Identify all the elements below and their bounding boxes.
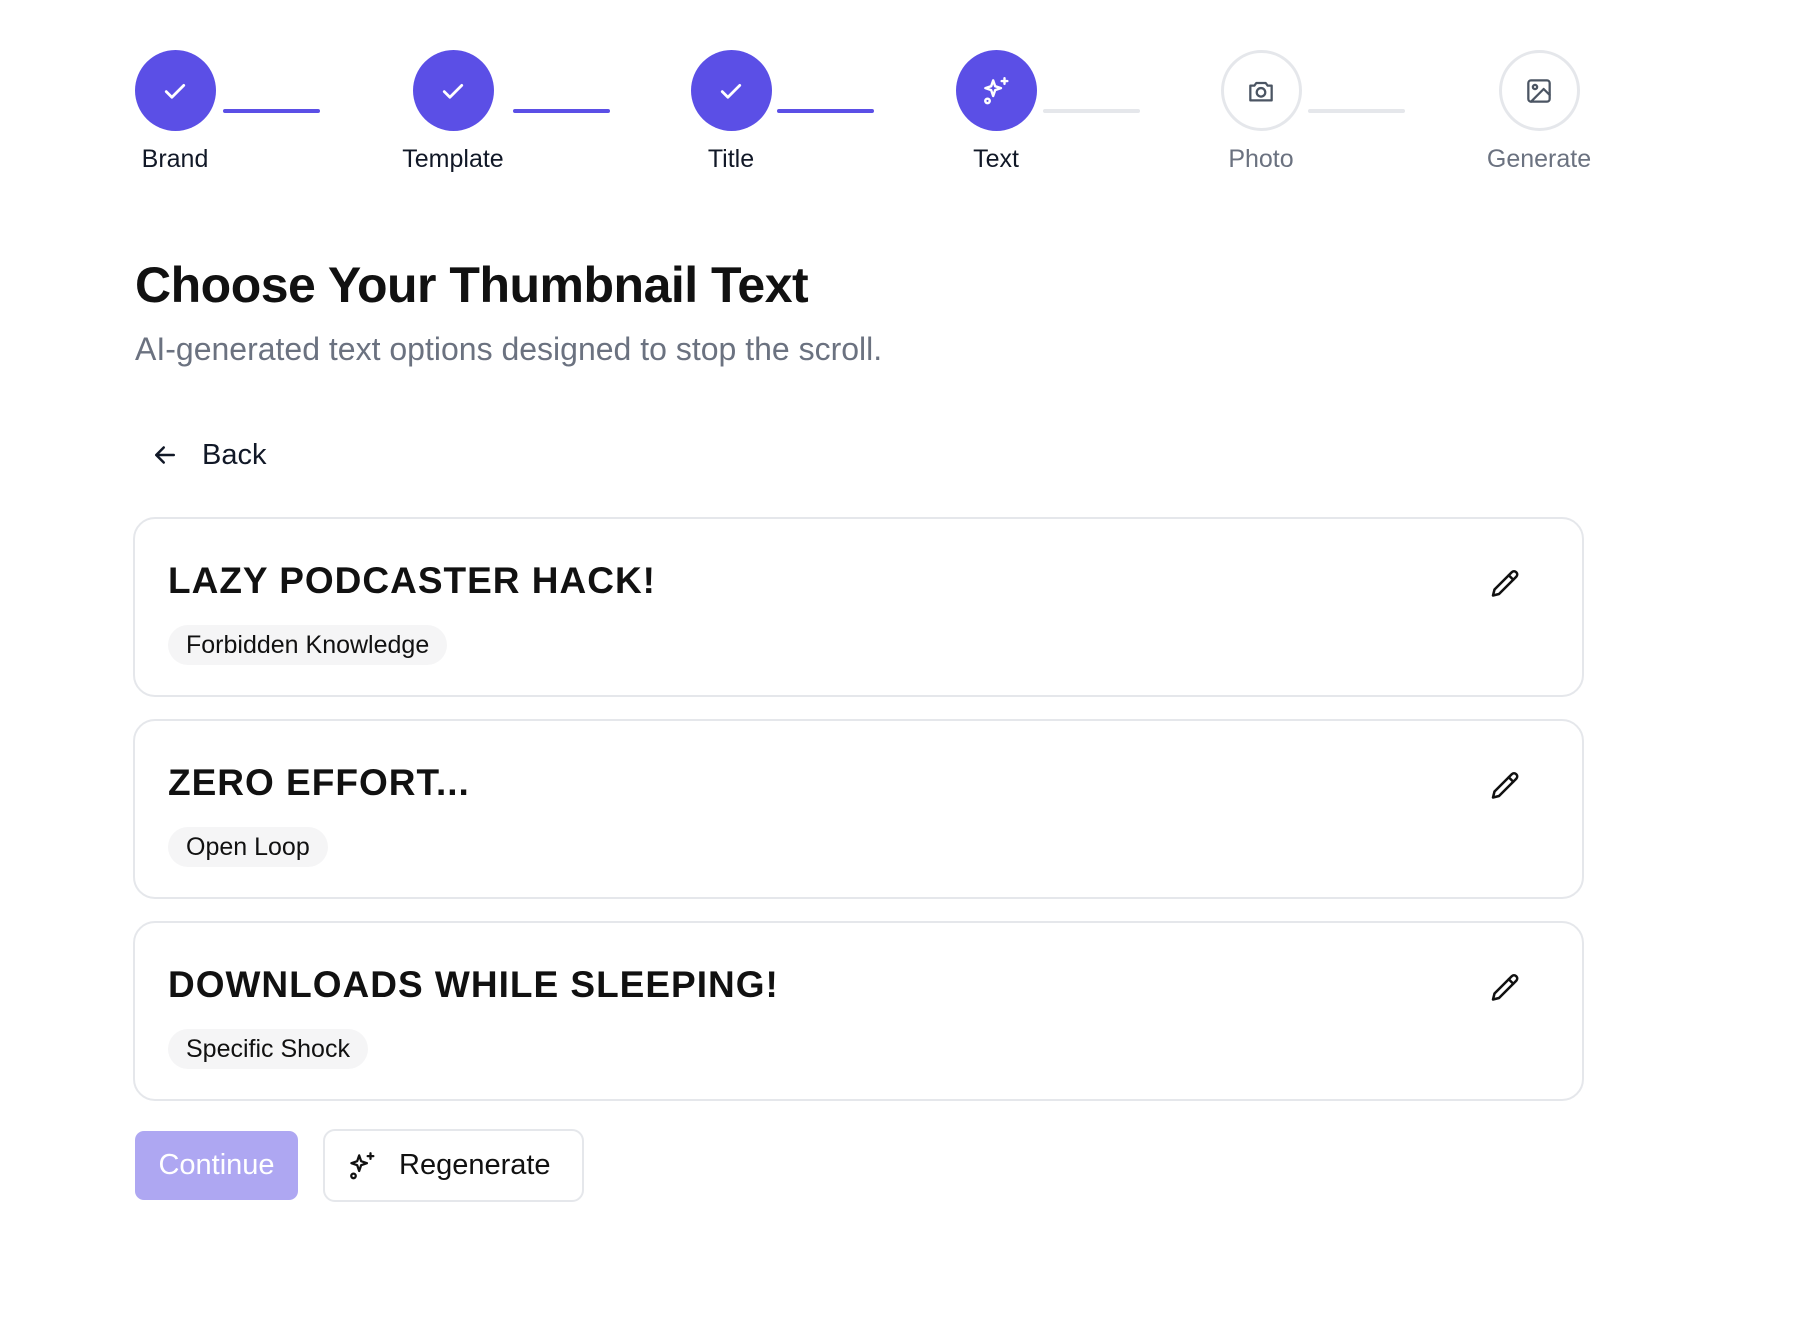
image-icon xyxy=(1527,78,1551,103)
camera-icon xyxy=(1249,81,1273,101)
edit-option-button[interactable] xyxy=(1485,767,1525,807)
back-button[interactable]: Back xyxy=(150,430,266,480)
text-option-card[interactable]: DOWNLOADS WHILE SLEEPING! Specific Shock xyxy=(133,921,1584,1101)
option-tag: Forbidden Knowledge xyxy=(168,625,448,665)
thumbnail-text-page: Brand Template Title Text Photo Generate… xyxy=(0,0,1800,1322)
step-generate-label: Generate xyxy=(1486,145,1592,173)
step-text-label: Text xyxy=(973,145,1019,173)
regenerate-label: Regenerate xyxy=(399,1149,551,1181)
arrow-left-icon xyxy=(155,446,175,464)
check-icon xyxy=(720,83,742,99)
option-headline: DOWNLOADS WHILE SLEEPING! xyxy=(168,964,779,1005)
step-text-indicator xyxy=(955,50,1037,131)
step-photo[interactable]: Photo xyxy=(1181,50,1341,175)
back-label: Back xyxy=(202,438,267,471)
step-generate[interactable]: Generate xyxy=(1459,50,1619,175)
continue-button[interactable]: Continue xyxy=(135,1131,298,1200)
edit-option-button[interactable] xyxy=(1485,565,1525,605)
step-photo-indicator xyxy=(1220,50,1302,131)
step-brand-indicator xyxy=(134,50,216,131)
sparkles-icon xyxy=(350,1151,375,1179)
pencil-icon xyxy=(1491,772,1519,799)
option-headline: LAZY PODCASTER HACK! xyxy=(168,560,656,601)
text-options-list: LAZY PODCASTER HACK! Forbidden Knowledge… xyxy=(133,517,1584,1123)
step-brand[interactable]: Brand xyxy=(95,50,255,175)
page-subtitle: AI-generated text options designed to st… xyxy=(135,331,883,367)
step-generate-indicator xyxy=(1498,50,1580,131)
check-icon xyxy=(164,83,186,99)
step-title-label: Title xyxy=(707,145,755,173)
step-title[interactable]: Title xyxy=(651,50,811,175)
step-brand-label: Brand xyxy=(141,145,209,173)
option-tag: Open Loop xyxy=(168,827,328,867)
pencil-icon xyxy=(1491,570,1519,597)
edit-option-button[interactable] xyxy=(1485,969,1525,1009)
text-option-card[interactable]: LAZY PODCASTER HACK! Forbidden Knowledge xyxy=(133,517,1584,697)
step-template-label: Template xyxy=(402,145,504,173)
step-title-indicator xyxy=(690,50,772,131)
check-icon xyxy=(442,83,464,99)
regenerate-button[interactable]: Regenerate xyxy=(323,1129,584,1202)
page-title: Choose Your Thumbnail Text xyxy=(135,257,809,313)
step-text[interactable]: Text xyxy=(916,50,1076,175)
step-photo-label: Photo xyxy=(1228,145,1294,173)
step-template-indicator xyxy=(412,50,494,131)
text-option-card[interactable]: ZERO EFFORT... Open Loop xyxy=(133,719,1584,899)
step-template[interactable]: Template xyxy=(373,50,533,175)
pencil-icon xyxy=(1491,974,1519,1001)
option-headline: ZERO EFFORT... xyxy=(168,762,470,803)
option-tag: Specific Shock xyxy=(168,1029,368,1069)
sparkles-icon xyxy=(984,76,1009,104)
progress-stepper: Brand Template Title Text Photo Generate xyxy=(0,0,1800,200)
